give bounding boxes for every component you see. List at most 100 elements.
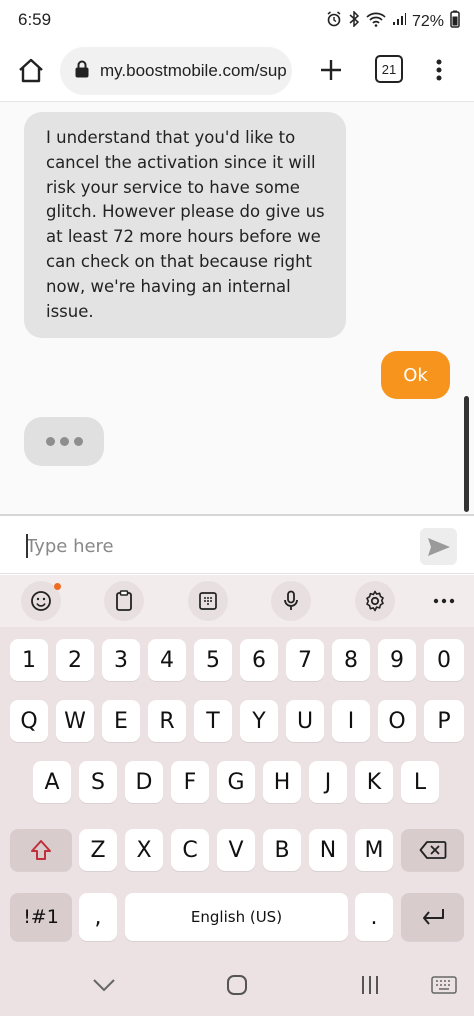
clipboard-button[interactable]	[104, 581, 144, 621]
shift-key[interactable]	[10, 829, 72, 871]
system-nav-bar	[0, 954, 474, 1016]
home-nav-button[interactable]	[221, 972, 253, 998]
key-u[interactable]: U	[286, 700, 324, 742]
more-horiz-icon	[433, 598, 455, 604]
typing-dot	[73, 437, 83, 446]
toolbar-more-button[interactable]	[424, 581, 464, 621]
keyboard-settings-button[interactable]	[355, 581, 395, 621]
key-5[interactable]: 5	[194, 639, 232, 681]
keyboard-toolbar	[0, 575, 474, 627]
agent-message: I understand that you'd like to cancel t…	[24, 112, 346, 339]
message-input[interactable]	[26, 528, 406, 564]
emoji-icon	[31, 591, 51, 611]
key-i[interactable]: I	[332, 700, 370, 742]
period-key[interactable]: .	[355, 893, 393, 941]
notification-dot	[54, 583, 61, 590]
bluetooth-icon	[348, 10, 360, 32]
key-s[interactable]: S	[79, 761, 117, 803]
more-vert-icon	[436, 59, 442, 81]
chevron-down-icon	[93, 979, 115, 992]
status-icons: 72%	[326, 10, 460, 33]
key-p[interactable]: P	[424, 700, 464, 742]
key-q[interactable]: Q	[10, 700, 48, 742]
backspace-icon	[419, 841, 446, 859]
comma-key[interactable]: ,	[79, 893, 117, 941]
keyboard-switch-button[interactable]	[428, 972, 460, 998]
settings-icon	[366, 590, 384, 612]
key-7[interactable]: 7	[286, 639, 324, 681]
key-z[interactable]: Z	[79, 829, 117, 871]
key-y[interactable]: Y	[240, 700, 278, 742]
recents-icon	[362, 976, 378, 994]
home-icon	[19, 58, 43, 83]
home-circle-icon	[227, 975, 247, 995]
key-2[interactable]: 2	[56, 639, 94, 681]
voice-input-button[interactable]	[271, 581, 311, 621]
status-bar: 6:59 72%	[0, 0, 474, 40]
url-text: my.boostmobile.com/sup	[100, 61, 287, 80]
key-k[interactable]: K	[355, 761, 393, 803]
home-button[interactable]	[14, 54, 48, 88]
browser-toolbar: my.boostmobile.com/sup 21	[0, 40, 474, 102]
key-b[interactable]: B	[263, 829, 301, 871]
backspace-key[interactable]	[401, 829, 464, 871]
key-m[interactable]: M	[355, 829, 393, 871]
key-j[interactable]: J	[309, 761, 347, 803]
keyboard: 1 2 3 4 5 6 7 8 9 0 Q W E R T Y U I O P …	[0, 627, 474, 954]
key-8[interactable]: 8	[332, 639, 370, 681]
key-a[interactable]: A	[33, 761, 71, 803]
new-tab-button[interactable]	[314, 53, 348, 87]
mic-icon	[284, 590, 298, 610]
key-h[interactable]: H	[263, 761, 301, 803]
key-o[interactable]: O	[378, 700, 416, 742]
key-g[interactable]: G	[217, 761, 255, 803]
key-e[interactable]: E	[102, 700, 140, 742]
key-w[interactable]: W	[56, 700, 94, 742]
shift-icon	[31, 840, 51, 860]
status-time: 6:59	[18, 10, 52, 29]
key-1[interactable]: 1	[10, 639, 48, 681]
key-d[interactable]: D	[125, 761, 163, 803]
keypad-button[interactable]	[188, 581, 228, 621]
key-r[interactable]: R	[148, 700, 186, 742]
enter-key[interactable]	[401, 893, 464, 941]
key-c[interactable]: C	[171, 829, 209, 871]
keyboard-icon	[431, 976, 457, 994]
signal-icon	[392, 12, 406, 31]
message-composer	[0, 514, 474, 574]
recents-nav-button[interactable]	[354, 972, 386, 998]
key-v[interactable]: V	[217, 829, 255, 871]
browser-menu-button[interactable]	[428, 53, 450, 87]
key-9[interactable]: 9	[378, 639, 416, 681]
key-6[interactable]: 6	[240, 639, 278, 681]
wifi-icon	[366, 11, 386, 32]
key-l[interactable]: L	[401, 761, 439, 803]
tab-switcher-button[interactable]: 21	[375, 55, 403, 83]
key-0[interactable]: 0	[424, 639, 464, 681]
key-4[interactable]: 4	[148, 639, 186, 681]
clipboard-icon	[116, 590, 132, 611]
symbols-key[interactable]: !#1	[10, 893, 72, 941]
text-cursor	[26, 534, 28, 558]
chat-scrollbar[interactable]	[464, 396, 469, 512]
alarm-icon	[326, 11, 342, 32]
send-icon	[427, 537, 450, 556]
key-x[interactable]: X	[125, 829, 163, 871]
send-button[interactable]	[420, 528, 457, 565]
lock-icon	[74, 60, 90, 83]
enter-icon	[422, 909, 444, 925]
key-n[interactable]: N	[309, 829, 347, 871]
key-f[interactable]: F	[171, 761, 209, 803]
chat-transcript[interactable]: I understand that you'd like to cancel t…	[0, 102, 474, 514]
battery-icon	[450, 10, 460, 33]
hide-keyboard-button[interactable]	[88, 972, 120, 998]
key-t[interactable]: T	[194, 700, 232, 742]
key-3[interactable]: 3	[102, 639, 140, 681]
address-bar[interactable]: my.boostmobile.com/sup	[60, 47, 292, 95]
plus-icon	[321, 60, 341, 80]
space-key[interactable]: English (US)	[125, 893, 348, 941]
keypad-icon	[199, 592, 217, 610]
typing-indicator	[24, 417, 104, 466]
typing-dot	[59, 437, 69, 446]
user-message: Ok	[381, 351, 450, 399]
